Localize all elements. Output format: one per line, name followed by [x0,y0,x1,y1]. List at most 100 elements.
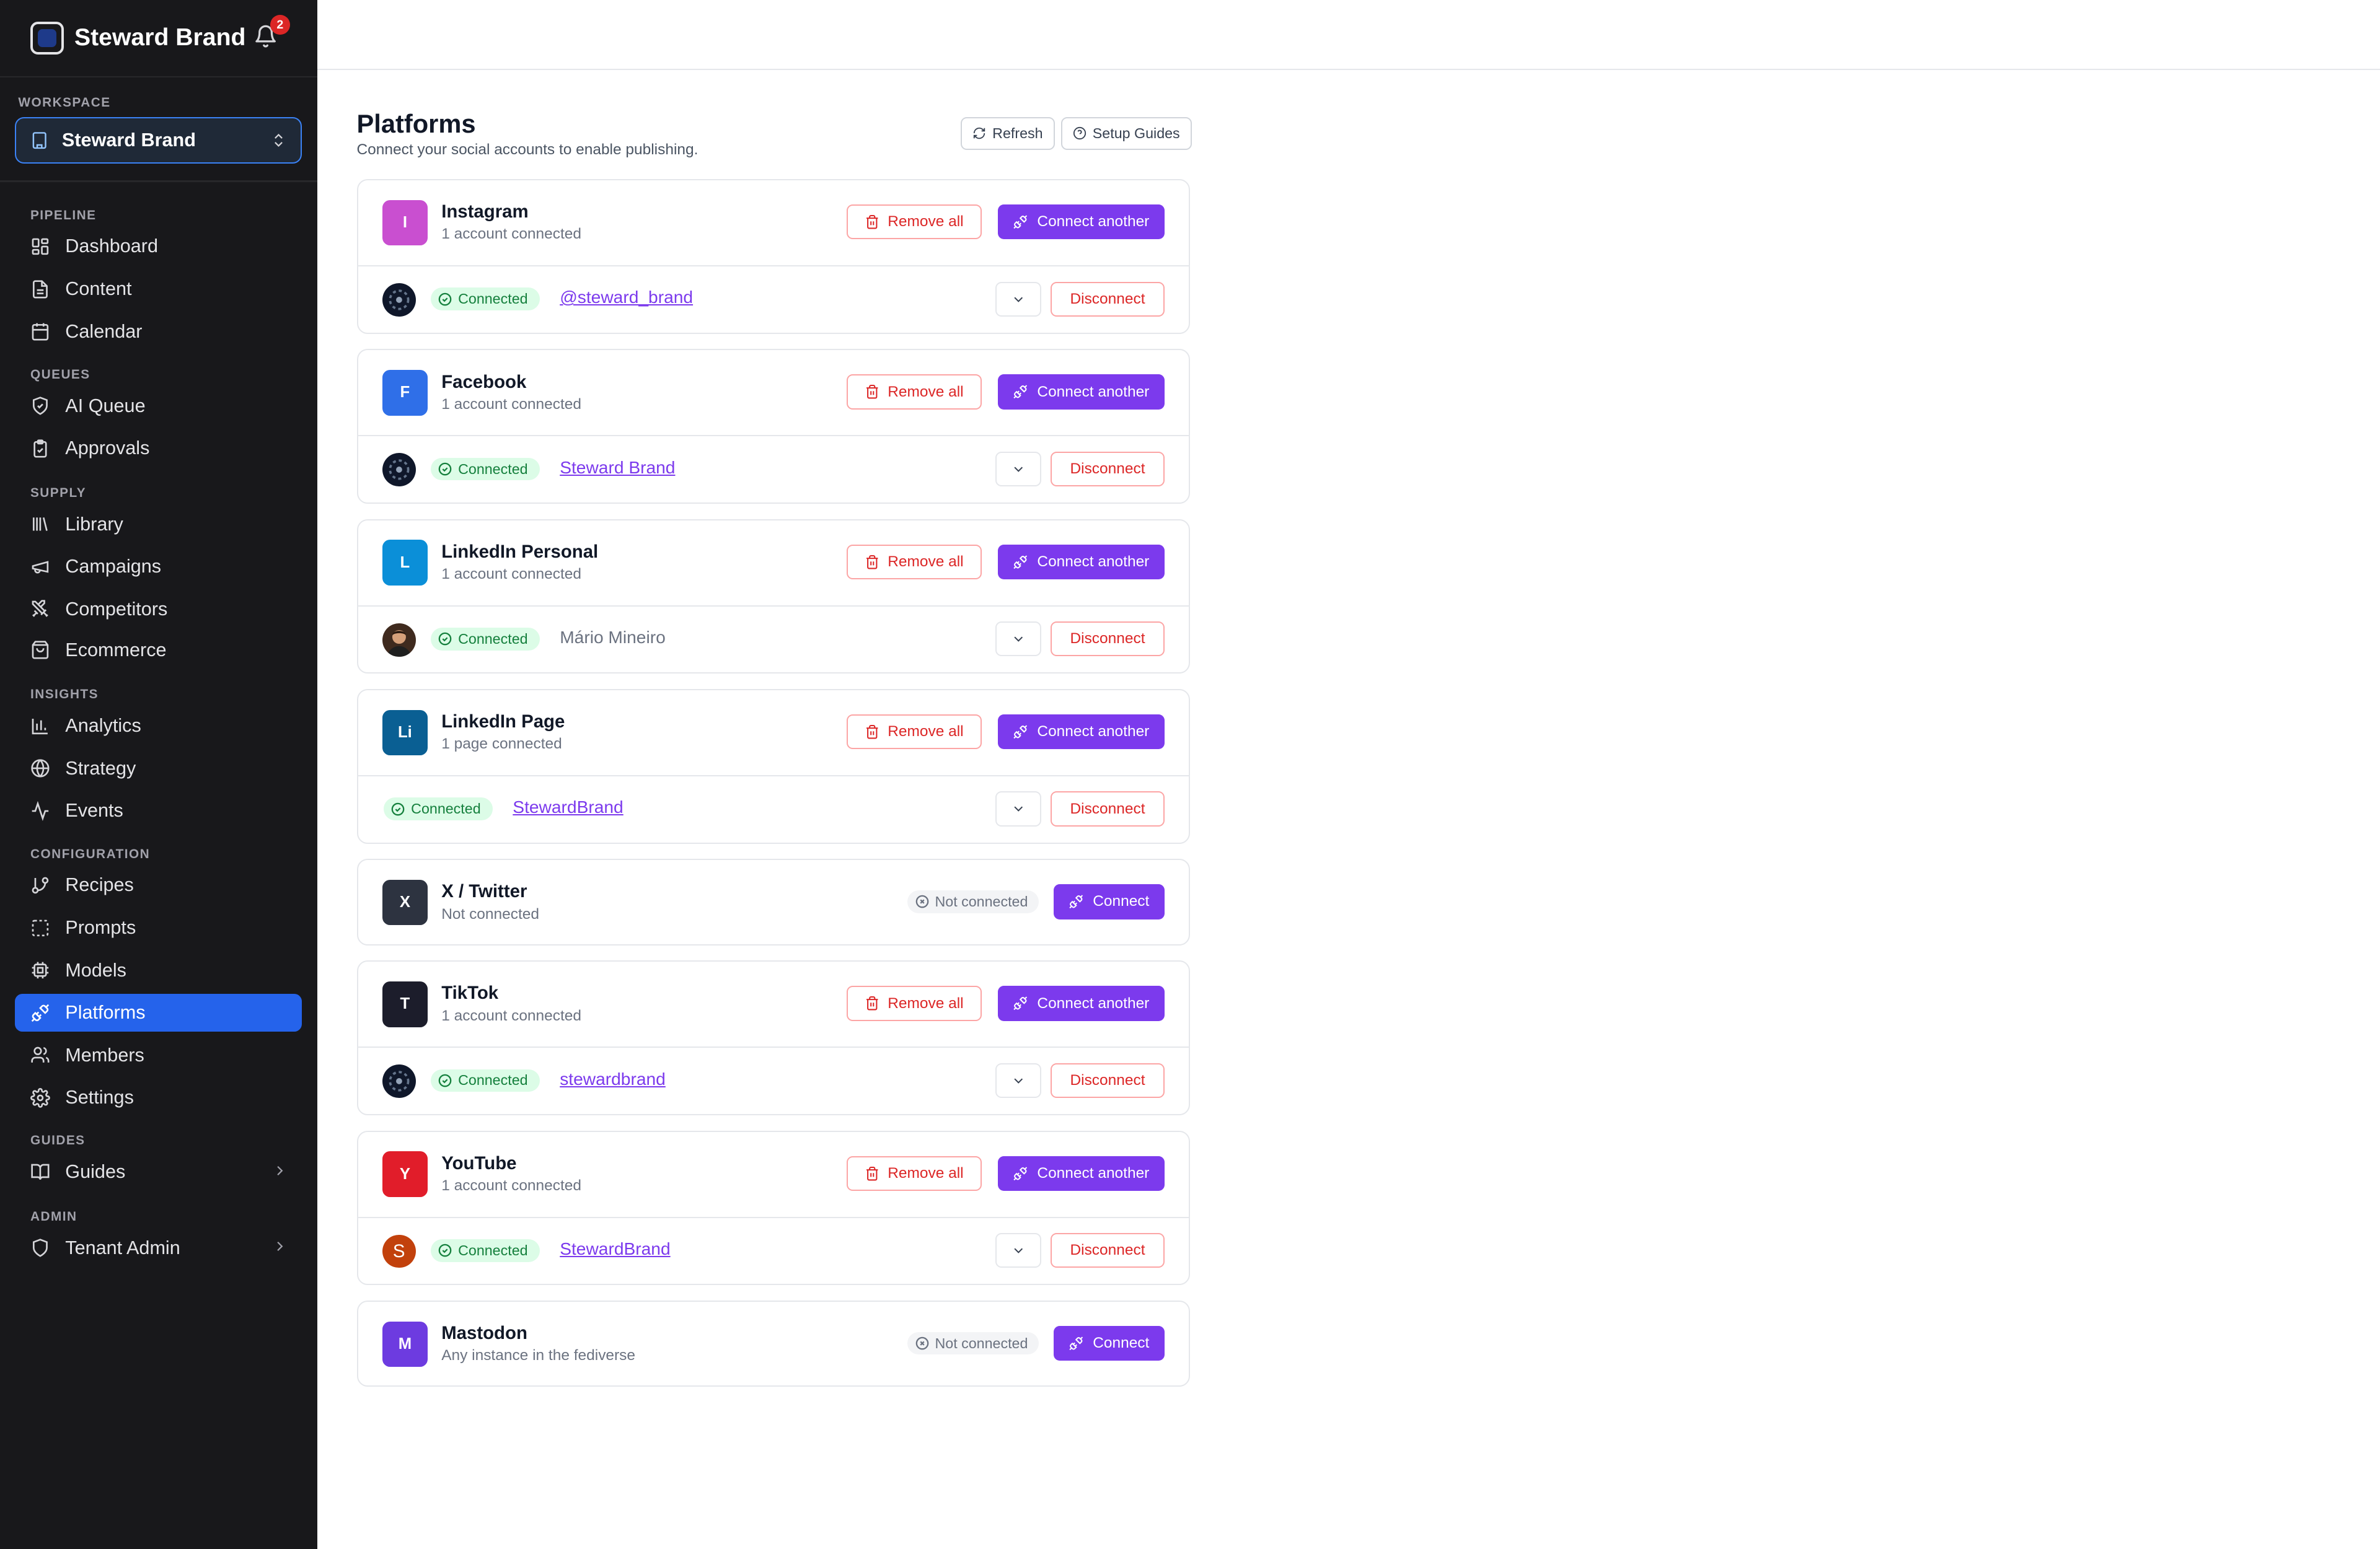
trash-icon [866,996,878,1011]
expand-button[interactable] [995,281,1041,317]
avatar [382,1064,416,1099]
nav-calendar[interactable]: Calendar [15,312,302,350]
nav-events[interactable]: Events [15,792,302,830]
help-circle-icon [1073,127,1086,140]
workspace-selector[interactable]: Steward Brand [15,116,302,164]
platform-name: LinkedIn Personal [441,541,599,562]
not-connected-badge: Not connected [907,1332,1039,1355]
workspace-label: WORKSPACE [18,95,111,110]
connect-label: Connect [1093,893,1150,910]
platform-name: Mastodon [441,1323,527,1344]
nav-settings[interactable]: Settings [15,1079,302,1117]
disconnect-button[interactable]: Disconnect [1051,281,1165,317]
nav-analytics[interactable]: Analytics [15,707,302,745]
brand-name: Steward Brand [74,24,246,51]
nav-recipes[interactable]: Recipes [15,866,302,904]
nav-prompts[interactable]: Prompts [15,909,302,947]
connect-button[interactable]: Connect [1053,1325,1165,1361]
connected-label: Connected [458,1242,528,1258]
chevrons-up-down-icon [275,133,283,147]
nav-strategy[interactable]: Strategy [15,750,302,788]
expand-button[interactable] [995,451,1041,487]
nav-dashboard[interactable]: Dashboard [15,227,302,265]
account-link[interactable]: StewardBrand [560,1239,670,1259]
chevron-down-icon [1013,636,1023,642]
x-circle-icon [915,895,929,908]
account-link[interactable]: StewardBrand [513,797,623,817]
trash-icon [866,215,878,229]
connect-another-button[interactable]: Connect another [997,986,1165,1021]
remove-all-button[interactable]: Remove all [847,204,982,240]
nav-approvals[interactable]: Approvals [15,429,302,467]
disconnect-button[interactable]: Disconnect [1051,1233,1165,1268]
account-name: Mário Mineiro [560,627,666,647]
nav-ai-queue[interactable]: AI Queue [15,387,302,424]
connect-another-button[interactable]: Connect another [997,374,1165,410]
disconnect-button[interactable]: Disconnect [1051,1063,1165,1099]
connected-badge: Connected [431,457,540,481]
remove-all-button[interactable]: Remove all [847,1156,982,1191]
platform-status: 1 account connected [441,566,582,583]
plug-icon [31,1004,50,1022]
nav-library-label: Library [65,513,123,535]
expand-button[interactable] [995,1063,1041,1099]
expand-button[interactable] [995,1233,1041,1268]
nav-calendar-label: Calendar [65,320,143,342]
gear-icon [30,1087,50,1108]
connect-another-button[interactable]: Connect another [997,204,1165,240]
linkedin-icon: L [382,540,428,586]
nav-members[interactable]: Members [15,1037,302,1074]
connect-another-button[interactable]: Connect another [997,544,1165,580]
nav-models-label: Models [65,959,126,981]
platform-name: Instagram [441,201,529,222]
connect-another-label: Connect another [1037,1164,1150,1182]
nav-platforms[interactable]: Platforms [15,994,302,1032]
nav-content[interactable]: Content [15,270,302,308]
remove-all-button[interactable]: Remove all [847,374,982,410]
nav-tenant-admin[interactable]: Tenant Admin [15,1229,302,1267]
connected-label: Connected [411,801,481,817]
expand-button[interactable] [995,621,1041,657]
connect-another-label: Connect another [1037,553,1150,570]
setup-guides-button[interactable]: Setup Guides [1060,116,1192,151]
refresh-button[interactable]: Refresh [961,116,1055,151]
platform-card-instagram: I Instagram 1 account connected Remove a… [356,178,1190,334]
remove-all-button[interactable]: Remove all [847,714,982,750]
platform-status: Any instance in the fediverse [441,1347,636,1364]
connect-another-button[interactable]: Connect another [997,1156,1165,1191]
plug-icon [1069,895,1083,909]
x-circle-icon [915,1336,929,1350]
connect-button[interactable]: Connect [1053,884,1165,919]
nav-models[interactable]: Models [15,952,302,990]
account-link[interactable]: Steward Brand [560,458,675,478]
nav-guides[interactable]: Guides [15,1153,302,1191]
account-link[interactable]: @steward_brand [560,287,693,307]
shield-icon [32,1239,48,1258]
platform-status: 1 page connected [441,735,562,753]
shopping-bag-icon [32,641,49,659]
platform-card-facebook: F Facebook 1 account connected Remove al… [356,349,1190,504]
disconnect-button[interactable]: Disconnect [1051,451,1165,487]
disconnect-button[interactable]: Disconnect [1051,791,1165,827]
remove-all-button[interactable]: Remove all [847,986,982,1021]
shield-check-icon [32,397,48,415]
connected-label: Connected [458,1072,528,1089]
nav-content-label: Content [65,278,132,300]
nav-ecommerce[interactable]: Ecommerce [15,631,302,669]
connected-badge: Connected [431,627,540,651]
disconnect-button[interactable]: Disconnect [1051,621,1165,657]
account-link[interactable]: stewardbrand [560,1069,666,1089]
account-row: Connected Steward Brand Disconnect [358,435,1189,503]
platform-status: Not connected [441,905,539,923]
expand-button[interactable] [995,791,1041,827]
library-icon [32,517,48,532]
connect-another-button[interactable]: Connect another [997,714,1165,750]
avatar [382,623,416,657]
trash-icon [866,385,878,399]
nav-library[interactable]: Library [15,506,302,543]
nav-campaigns[interactable]: Campaigns [15,548,302,586]
remove-all-button[interactable]: Remove all [847,544,982,580]
nav-prompts-label: Prompts [65,917,136,939]
check-circle-icon [438,633,452,646]
nav-competitors[interactable]: Competitors [15,590,302,628]
